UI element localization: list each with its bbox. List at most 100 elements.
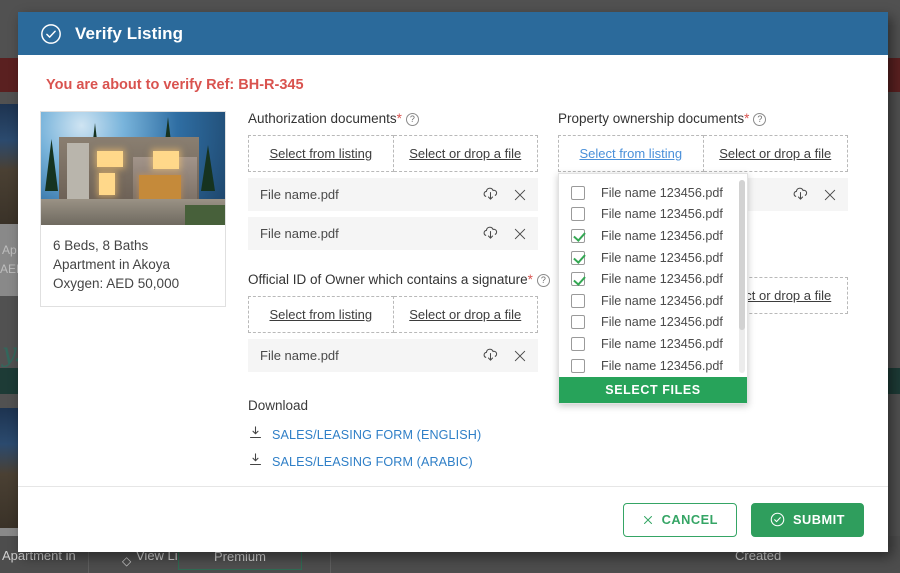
list-item[interactable]: File name 123456.pdf [559,312,747,334]
list-item-label: File name 123456.pdf [601,293,723,308]
file-name: File name.pdf [260,187,339,202]
cloud-download-icon[interactable] [791,185,810,204]
checkbox[interactable] [571,272,585,287]
tag-icon: ◇ [122,554,132,568]
select-or-drop-file-label: Select or drop a file [409,146,522,161]
download-link-label: SALES/LEASING FORM (ENGLISH) [272,428,482,442]
section-label: Property ownership documents*? [558,111,848,126]
close-icon[interactable] [512,187,528,203]
checkbox[interactable] [571,293,585,308]
list-item-label: File name 123456.pdf [601,336,723,351]
select-or-drop-file-button[interactable]: Select or drop a file [393,296,538,333]
list-item[interactable]: File name 123456.pdf [559,268,747,290]
select-from-listing-label: Select from listing [579,146,683,161]
cancel-button[interactable]: CANCEL [622,502,737,537]
list-item[interactable]: File name 123456.pdf [559,204,747,226]
checkbox[interactable] [571,250,585,265]
upload-choice-row: Select from listing Select or drop a fil… [248,296,538,333]
cloud-download-icon[interactable] [481,185,500,204]
cloud-download-icon[interactable] [481,224,500,243]
select-from-listing-button[interactable]: Select from listing [558,135,704,172]
file-select-list[interactable]: File name 123456.pdf File name 123456.pd… [559,174,747,377]
modal-header: Verify Listing [18,12,888,55]
required-marker: * [396,111,402,126]
question-mark-icon[interactable]: ? [405,113,419,126]
section-label-text: Authorization documents [248,111,397,126]
download-link-label: SALES/LEASING FORM (ARABIC) [272,455,473,469]
section-label-text: Property ownership documents [558,111,745,126]
close-icon[interactable] [822,187,838,203]
select-from-listing-label: Select from listing [269,307,373,322]
list-item-label: File name 123456.pdf [601,185,723,200]
close-icon[interactable] [512,226,528,242]
right-column: Property ownership documents*? Select fr… [558,111,848,479]
download-icon [248,452,263,472]
required-marker: * [744,111,750,126]
upload-choice-row: Select from listing Select or drop a fil… [248,135,538,172]
list-item-label: File name 123456.pdf [601,358,723,373]
modal-title: Verify Listing [75,23,184,43]
cancel-button-label: CANCEL [661,512,718,527]
checkbox[interactable] [571,185,585,200]
checkbox[interactable] [571,207,585,222]
verify-listing-modal: Verify Listing You are about to verify R… [18,12,888,552]
select-or-drop-file-button[interactable]: Select or drop a file [703,135,848,172]
file-row: File name.pdf [248,339,538,372]
background-card-caption-1: Ap [2,243,17,257]
section-label: Authorization documents*? [248,111,538,126]
select-or-drop-file-label: Select or drop a file [409,307,522,322]
list-item-label: File name 123456.pdf [601,250,723,265]
property-card: 6 Beds, 8 Baths Apartment in Akoya Oxyge… [40,111,226,307]
section-label-text: Official ID of Owner which contains a si… [248,272,528,287]
question-mark-icon[interactable]: ? [536,274,550,287]
verify-alert-text: You are about to verify Ref: BH-R-345 [46,77,304,93]
download-link-english[interactable]: SALES/LEASING FORM (ENGLISH) [248,425,538,445]
property-caption: 6 Beds, 8 Baths Apartment in Akoya Oxyge… [53,238,180,291]
list-item[interactable]: File name 123456.pdf [559,225,747,247]
middle-column: Authorization documents*? Select from li… [248,111,550,479]
submit-button[interactable]: SUBMIT [750,502,864,537]
file-row: File name.pdf [248,217,538,250]
close-icon[interactable] [512,348,528,364]
file-name: File name.pdf [260,348,339,363]
modal-body: You are about to verify Ref: BH-R-345 6 … [18,55,888,486]
list-item[interactable]: File name 123456.pdf [559,376,747,377]
submit-button-label: SUBMIT [792,512,845,527]
select-from-listing-button[interactable]: Select from listing [248,135,394,172]
select-from-listing-label: Select from listing [269,146,373,161]
question-mark-icon[interactable]: ? [753,113,767,126]
download-icon [248,425,263,445]
list-item[interactable]: File name 123456.pdf [559,247,747,269]
download-link-arabic[interactable]: SALES/LEASING FORM (ARABIC) [248,452,538,472]
modal-columns: 6 Beds, 8 Baths Apartment in Akoya Oxyge… [40,111,866,479]
required-marker: * [527,272,533,287]
check-circle-icon [770,512,785,527]
download-section-title: Download [248,398,309,413]
select-or-drop-file-label: Select or drop a file [719,146,832,161]
select-files-button[interactable]: SELECT FILES [559,377,747,403]
section-official-id-owner: Official ID of Owner which contains a si… [248,272,550,372]
checkbox[interactable] [571,228,585,243]
file-row: File name.pdf [248,178,538,211]
modal-footer: CANCEL SUBMIT [18,486,888,552]
list-item-label: File name 123456.pdf [601,315,723,330]
select-or-drop-file-button[interactable]: Select or drop a file [393,135,538,172]
file-name: File name.pdf [260,226,339,241]
checkbox[interactable] [571,358,585,373]
check-circle-icon [40,23,62,45]
cloud-download-icon[interactable] [481,346,500,365]
property-photo [41,112,225,225]
checkbox[interactable] [571,336,585,351]
list-item-label: File name 123456.pdf [601,207,723,222]
property-card-column: 6 Beds, 8 Baths Apartment in Akoya Oxyge… [40,111,226,479]
list-item[interactable]: File name 123456.pdf [559,290,747,312]
select-from-listing-button[interactable]: Select from listing [248,296,394,333]
checkbox[interactable] [571,315,585,330]
list-item[interactable]: File name 123456.pdf [559,182,747,204]
list-item-label: File name 123456.pdf [601,228,723,243]
section-authorization-documents: Authorization documents*? Select from li… [248,111,538,250]
list-item[interactable]: File name 123456.pdf [559,355,747,377]
dropdown-scrollbar[interactable] [739,180,745,373]
section-label: Official ID of Owner which contains a si… [248,272,550,287]
list-item[interactable]: File name 123456.pdf [559,333,747,355]
